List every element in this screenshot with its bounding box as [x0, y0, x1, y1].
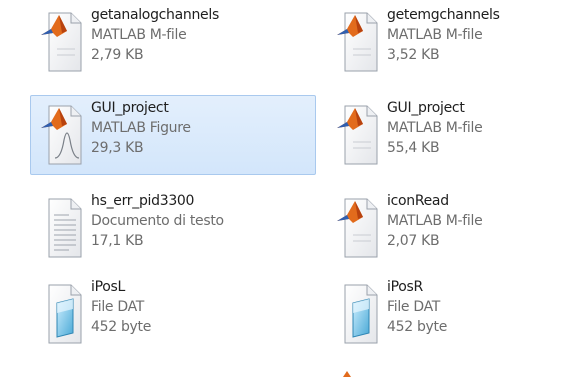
file-details: iPosR File DAT 452 byte: [387, 277, 447, 337]
file-size: 17,1 KB: [91, 233, 144, 249]
file-type: File DAT: [91, 299, 145, 315]
file-size: 29,3 KB: [91, 140, 144, 156]
dat-file-icon: [333, 281, 383, 347]
file-name: iconRead: [387, 193, 449, 209]
file-name: hs_err_pid3300: [91, 193, 195, 209]
file-size: 452 byte: [91, 319, 152, 335]
file-size: 2,07 KB: [387, 233, 440, 249]
file-name: getanalogchannels: [91, 7, 219, 23]
file-grid: getanalogchannels MATLAB M-file 2,79 KB …: [0, 0, 579, 377]
file-name: iPosR: [387, 279, 423, 295]
file-details: GUI_project MATLAB Figure 29,3 KB: [91, 98, 191, 158]
file-name: iPosL: [91, 279, 125, 295]
file-size: 55,4 KB: [387, 140, 440, 156]
file-item-gui-project-mfile[interactable]: GUI_project MATLAB M-file 55,4 KB: [326, 95, 579, 175]
matlab-m-file-icon: [333, 102, 383, 168]
file-name: getemgchannels: [387, 7, 500, 23]
matlab-m-file-icon: [333, 195, 383, 261]
file-details: iPosL File DAT 452 byte: [91, 277, 151, 337]
file-type: MATLAB Figure: [91, 120, 191, 136]
file-type: MATLAB M-file: [387, 27, 483, 43]
file-type: MATLAB M-file: [387, 120, 483, 136]
file-item-hs-err-pid3300[interactable]: hs_err_pid3300 Documento di testo 17,1 K…: [30, 188, 300, 268]
file-item-getemgchannels[interactable]: getemgchannels MATLAB M-file 3,52 KB: [326, 2, 579, 82]
file-name: GUI_project: [91, 100, 169, 116]
file-size: 452 byte: [387, 319, 448, 335]
file-details: getemgchannels MATLAB M-file 3,52 KB: [387, 5, 500, 65]
file-details: hs_err_pid3300 Documento di testo 17,1 K…: [91, 191, 224, 251]
file-type: MATLAB M-file: [91, 27, 187, 43]
file-item-iposl[interactable]: iPosL File DAT 452 byte: [30, 274, 300, 354]
file-details: iconRead MATLAB M-file 2,07 KB: [387, 191, 483, 251]
file-item-gui-project-figure[interactable]: GUI_project MATLAB Figure 29,3 KB: [30, 95, 316, 175]
matlab-figure-icon: [37, 102, 87, 168]
matlab-m-file-icon: [333, 9, 383, 75]
file-item-getanalogchannels[interactable]: getanalogchannels MATLAB M-file 2,79 KB: [30, 2, 300, 82]
dat-file-icon: [37, 281, 87, 347]
file-type: Documento di testo: [91, 213, 224, 229]
file-details: getanalogchannels MATLAB M-file 2,79 KB: [91, 5, 219, 65]
file-item-iposr[interactable]: iPosR File DAT 452 byte: [326, 274, 579, 354]
matlab-m-file-icon: [37, 9, 87, 75]
partial-icon: [340, 362, 354, 377]
file-size: 3,52 KB: [387, 47, 440, 63]
file-type: MATLAB M-file: [387, 213, 483, 229]
text-document-icon: [37, 195, 87, 261]
file-type: File DAT: [387, 299, 441, 315]
file-details: GUI_project MATLAB M-file 55,4 KB: [387, 98, 483, 158]
file-item-iconread[interactable]: iconRead MATLAB M-file 2,07 KB: [326, 188, 579, 268]
file-size: 2,79 KB: [91, 47, 144, 63]
file-name: GUI_project: [387, 100, 465, 116]
